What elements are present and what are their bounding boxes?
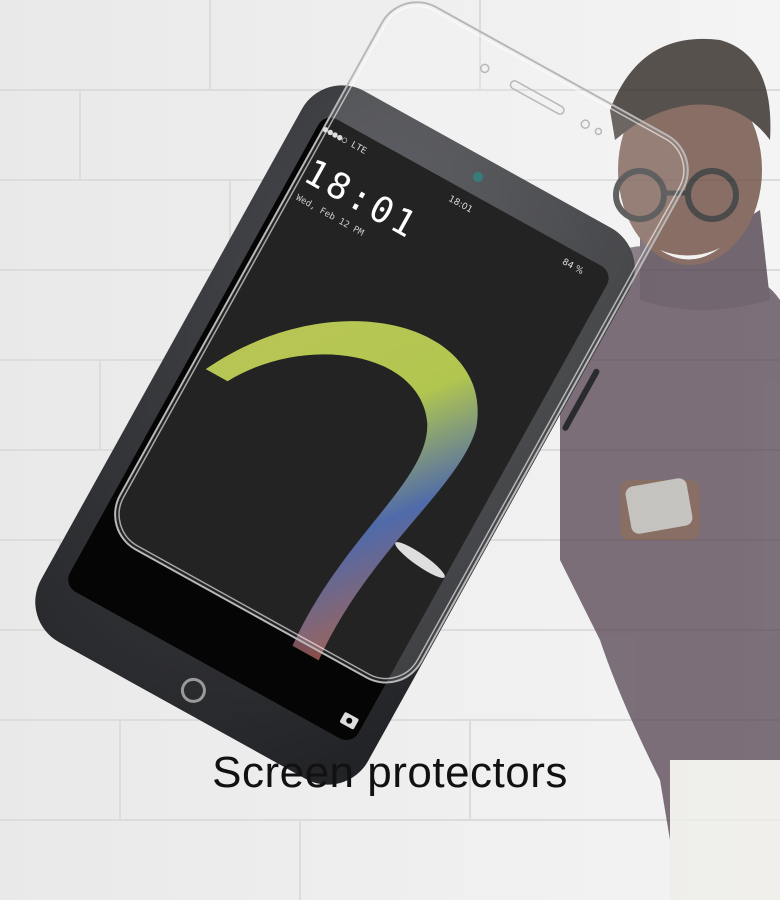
caption-title: Screen protectors bbox=[212, 748, 568, 797]
